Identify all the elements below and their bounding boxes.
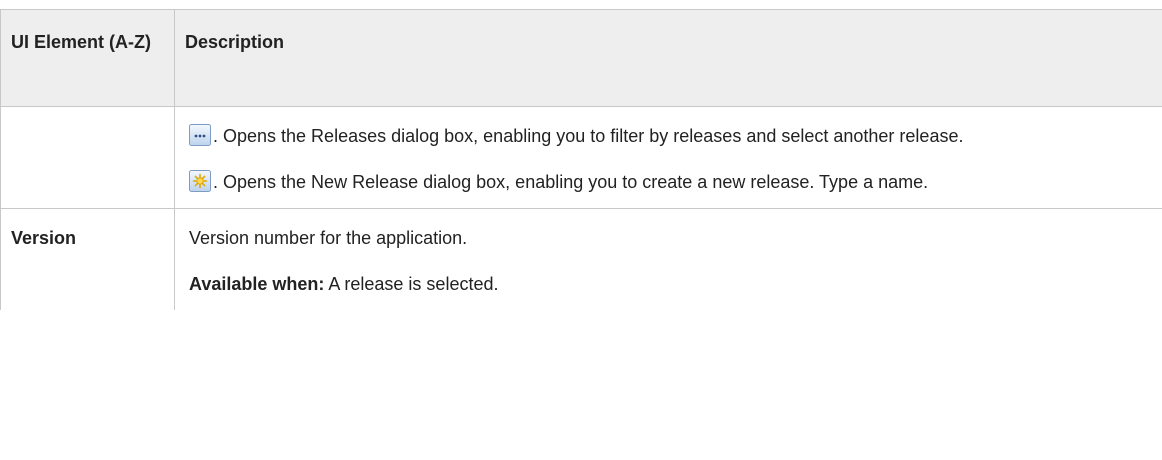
availability-label: Available when: xyxy=(189,274,325,294)
row-label-empty xyxy=(0,106,175,209)
table-row: . Opens the Releases dialog box, enablin… xyxy=(0,106,1162,209)
ellipsis-button-icon[interactable] xyxy=(189,124,211,146)
availability-note: Available when: A release is selected. xyxy=(189,266,1153,302)
new-release-dialog-description: . Opens the New Release dialog box, enab… xyxy=(213,172,929,192)
table-row: Version Version number for the applicati… xyxy=(0,208,1162,310)
row-label-version: Version xyxy=(0,208,175,310)
description-paragraph: . Opens the New Release dialog box, enab… xyxy=(189,164,1153,200)
description-paragraph: . Opens the Releases dialog box, enablin… xyxy=(189,118,1153,154)
row-description: Version number for the application. Avai… xyxy=(174,208,1162,310)
releases-dialog-description: . Opens the Releases dialog box, enablin… xyxy=(213,126,964,146)
ui-element-table: UI Element (A-Z) Description . Opens the… xyxy=(0,9,1162,310)
header-description: Description xyxy=(174,9,1162,107)
version-description: Version number for the application. xyxy=(189,228,468,248)
table-header-row: UI Element (A-Z) Description xyxy=(0,9,1162,107)
row-description: . Opens the Releases dialog box, enablin… xyxy=(174,106,1162,209)
new-item-star-icon[interactable] xyxy=(189,170,211,192)
header-ui-element: UI Element (A-Z) xyxy=(0,9,175,107)
availability-text: A release is selected. xyxy=(324,274,499,294)
